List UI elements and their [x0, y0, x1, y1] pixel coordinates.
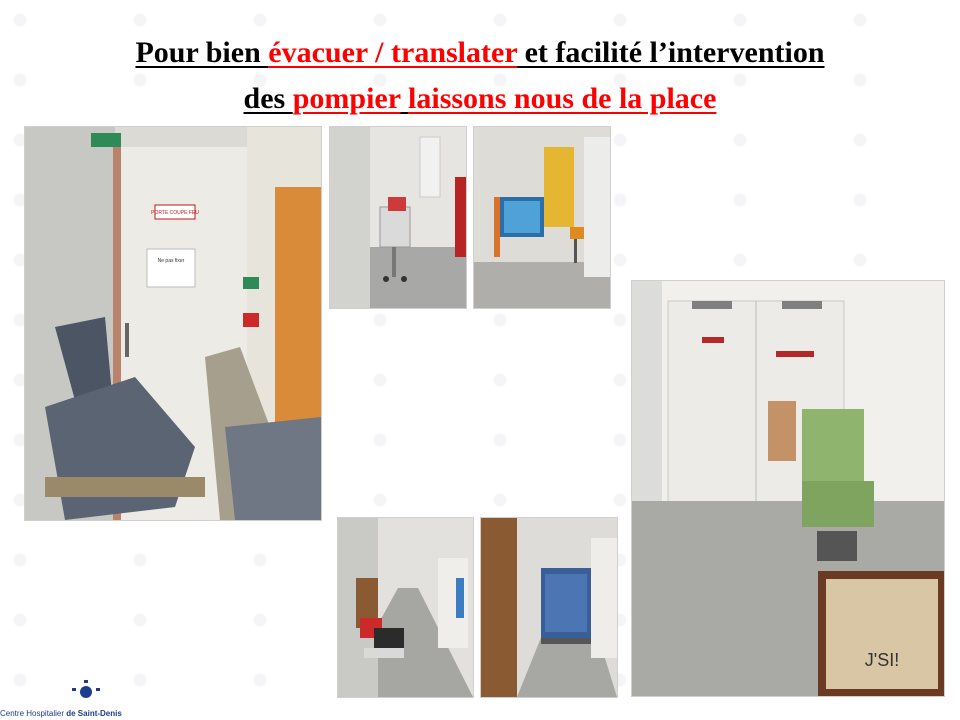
photo-fire-door-green-chair: J'SI!	[631, 280, 945, 697]
title-highlight: laissons nous de la place	[408, 82, 717, 115]
title-line-1: Pour bien évacuer / translater et facili…	[0, 30, 960, 76]
svg-text:J'SI!: J'SI!	[865, 650, 899, 670]
title-text: et facilité l’intervention	[517, 36, 825, 69]
title-text	[401, 82, 409, 115]
photo-corridor-blue-cabinet	[480, 517, 618, 698]
title-line-2: des pompier laissons nous de la place	[0, 76, 960, 122]
photo-long-corridor-carts	[337, 517, 474, 698]
svg-text:Ne pas fixer: Ne pas fixer	[158, 258, 185, 264]
title-highlight: évacuer / translater	[268, 36, 518, 69]
svg-text:PORTE COUPE FEU: PORTE COUPE FEU	[151, 210, 199, 216]
photo-corridor-play-area	[473, 126, 611, 309]
sun-icon	[72, 680, 100, 698]
logo-text: Centre Hospitalier de Saint-Denis	[0, 709, 122, 718]
title-highlight: pompier	[292, 82, 401, 115]
photo-corridor-medical-cart	[329, 126, 467, 309]
hospital-logo: Centre Hospitalier de Saint-Denis	[0, 680, 180, 720]
title-text: Pour bien	[135, 36, 269, 69]
slide-title: Pour bien évacuer / translater et facili…	[0, 30, 960, 122]
title-text: des	[243, 82, 293, 115]
photo-door-with-chairs: PORTE COUPE FEU Ne pas fixer	[24, 126, 322, 521]
